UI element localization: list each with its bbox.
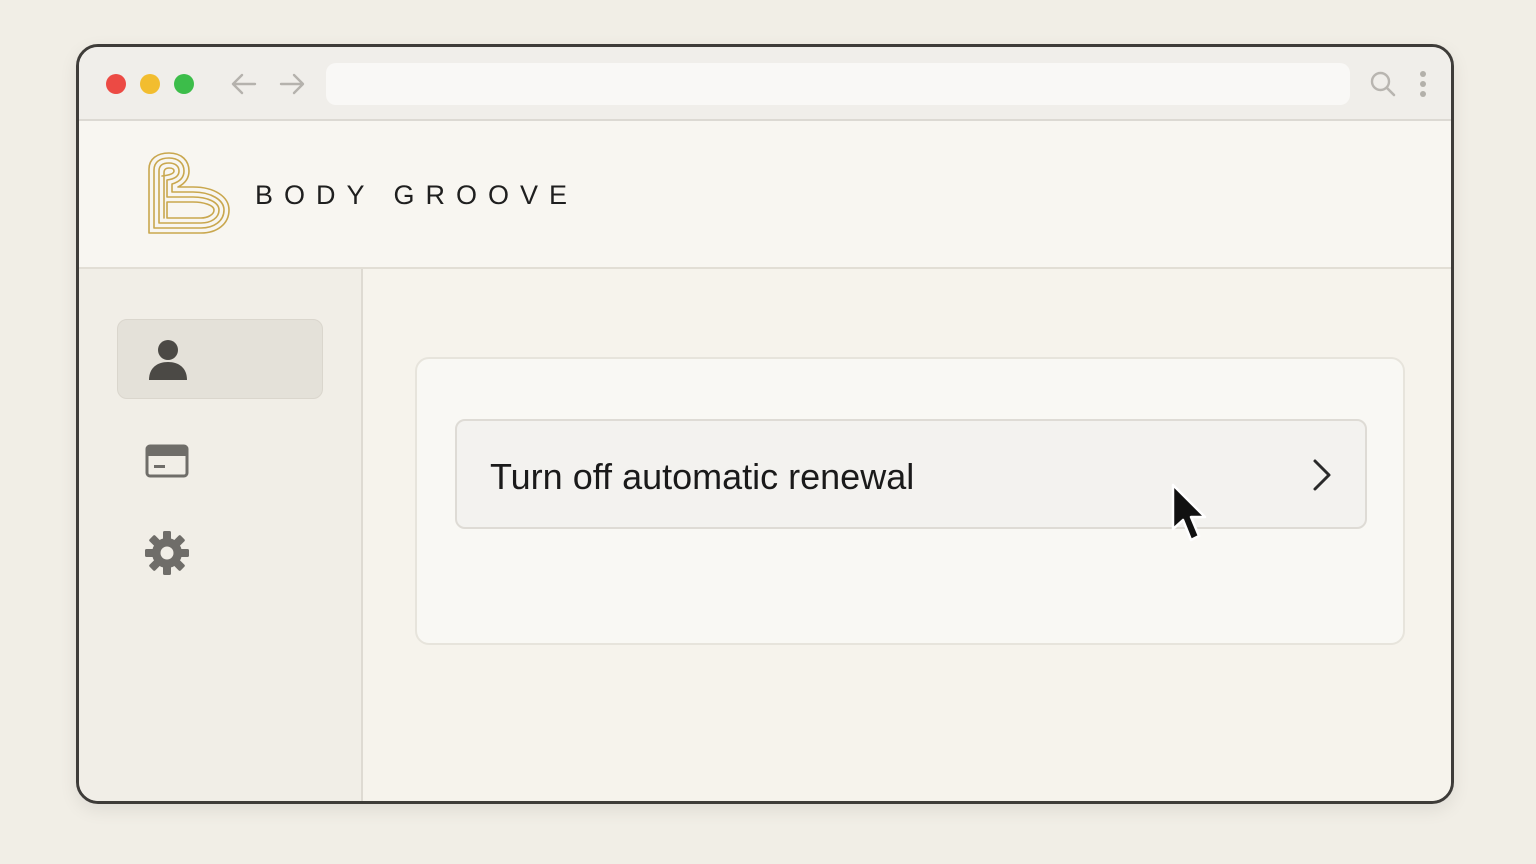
address-bar[interactable]	[326, 63, 1350, 105]
zoom-window-button[interactable]	[174, 74, 194, 94]
close-window-button[interactable]	[106, 74, 126, 94]
search-icon	[1370, 71, 1396, 97]
turn-off-auto-renewal-label: Turn off automatic renewal	[490, 456, 915, 497]
sidebar-item-settings[interactable]	[117, 513, 323, 593]
turn-off-auto-renewal-button[interactable]: Turn off automatic renewal	[455, 419, 1367, 529]
minimize-window-button[interactable]	[140, 74, 160, 94]
credit-card-icon	[145, 444, 189, 478]
back-arrow-icon	[231, 73, 257, 95]
main-content: Turn off automatic renewal	[363, 269, 1451, 801]
subscription-card: Turn off automatic renewal	[415, 357, 1405, 645]
sidebar	[79, 269, 363, 801]
search-button[interactable]	[1368, 69, 1398, 99]
more-vertical-icon	[1420, 71, 1426, 97]
sidebar-item-billing[interactable]	[117, 421, 323, 501]
browser-menu-button[interactable]	[1413, 69, 1433, 99]
forward-arrow-icon	[279, 73, 305, 95]
back-button[interactable]	[229, 69, 259, 99]
brand-name: BODY GROOVE	[255, 180, 579, 210]
browser-toolbar	[79, 47, 1451, 121]
user-icon	[149, 340, 187, 380]
forward-button[interactable]	[277, 69, 307, 99]
body-groove-logo	[148, 152, 230, 234]
browser-window: BODY GROOVE Turn off automatic renewal	[76, 44, 1454, 804]
chevron-right-icon	[1313, 459, 1331, 491]
sidebar-item-account[interactable]	[117, 319, 323, 399]
gear-icon	[145, 531, 189, 575]
site-header: BODY GROOVE	[79, 121, 1451, 269]
